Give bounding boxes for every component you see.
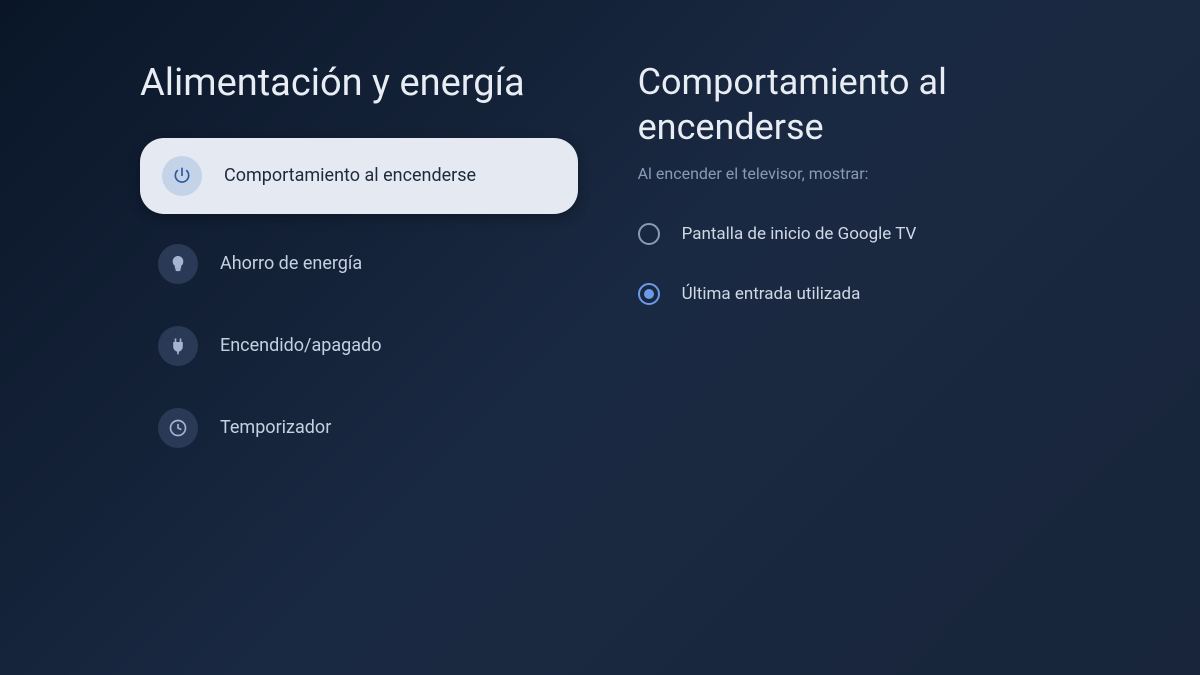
- radio-checked-icon: [638, 283, 660, 305]
- menu-label: Temporizador: [220, 417, 331, 438]
- detail-subtitle: Al encender el televisor, mostrar:: [638, 164, 1120, 183]
- menu-item-power-on-off[interactable]: Encendido/apagado: [140, 314, 578, 378]
- menu-item-power-behavior[interactable]: Comportamiento al encenderse: [140, 138, 578, 214]
- left-panel: Alimentación y energía Comportamiento al…: [40, 60, 578, 635]
- menu-label: Encendido/apagado: [220, 335, 381, 356]
- menu-label: Comportamiento al encenderse: [224, 165, 476, 186]
- radio-option-google-tv-home[interactable]: Pantalla de inicio de Google TV: [638, 223, 1120, 245]
- detail-title: Comportamiento al encenderse: [638, 60, 1120, 150]
- right-panel: Comportamiento al encenderse Al encender…: [578, 60, 1160, 635]
- menu-label: Ahorro de energía: [220, 253, 362, 274]
- menu-list: Comportamiento al encenderse Ahorro de e…: [140, 138, 578, 460]
- radio-label: Última entrada utilizada: [682, 284, 861, 304]
- clock-icon: [158, 408, 198, 448]
- section-title: Alimentación y energía: [140, 60, 578, 108]
- power-icon: [162, 156, 202, 196]
- radio-label: Pantalla de inicio de Google TV: [682, 224, 917, 244]
- radio-option-last-input[interactable]: Última entrada utilizada: [638, 283, 1120, 305]
- plug-icon: [158, 326, 198, 366]
- menu-item-timer[interactable]: Temporizador: [140, 396, 578, 460]
- radio-list: Pantalla de inicio de Google TV Última e…: [638, 223, 1120, 305]
- bulb-icon: [158, 244, 198, 284]
- menu-item-energy-saving[interactable]: Ahorro de energía: [140, 232, 578, 296]
- settings-screen: Alimentación y energía Comportamiento al…: [0, 0, 1200, 675]
- radio-unchecked-icon: [638, 223, 660, 245]
